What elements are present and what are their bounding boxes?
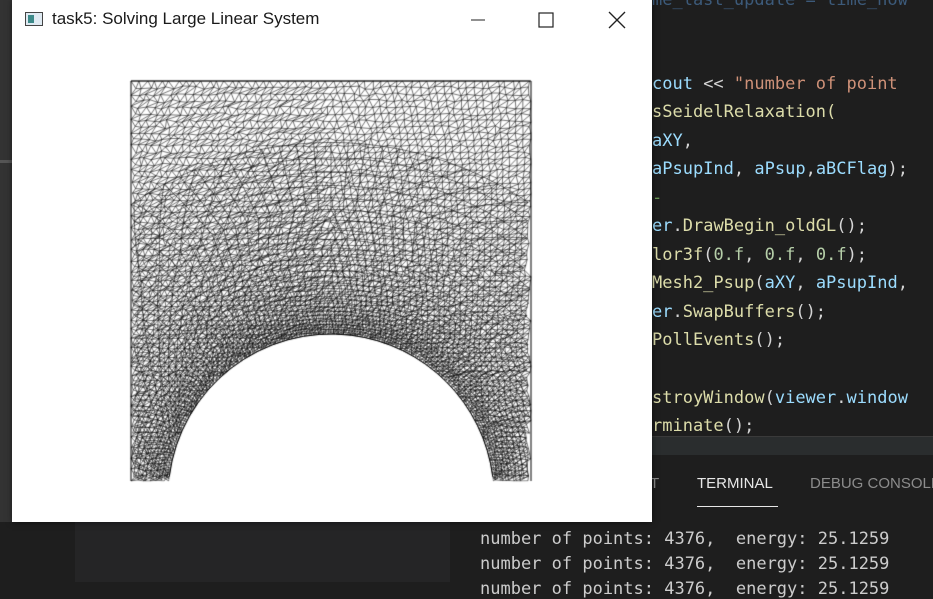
triangle-mesh-canvas[interactable] xyxy=(12,40,652,522)
code-line: sSeidelRelaxation( xyxy=(652,100,836,124)
minimize-button[interactable] xyxy=(448,0,508,40)
close-button[interactable] xyxy=(587,0,647,40)
code-line: er.SwapBuffers(); xyxy=(652,300,826,324)
code-token: window xyxy=(846,388,908,408)
tab-terminal[interactable]: TERMINAL xyxy=(697,475,773,492)
code-line: rminate(); xyxy=(652,414,754,438)
code-token: lor3f xyxy=(652,245,704,265)
code-token: . xyxy=(672,216,683,236)
code-line: aXY, xyxy=(652,129,693,153)
code-token: "number of point xyxy=(733,74,898,94)
code-token: me_last_update = time_now xyxy=(652,0,908,10)
code-token: ); xyxy=(846,245,868,265)
code-token: 0.f xyxy=(713,245,745,265)
code-token: aPsup xyxy=(754,159,806,179)
code-token: ); xyxy=(887,159,908,179)
close-icon xyxy=(608,11,626,29)
code-token: (); xyxy=(754,330,786,350)
app-window[interactable]: task5: Solving Large Linear System xyxy=(12,0,652,522)
code-token: , xyxy=(744,245,765,265)
terminal-line: number of points: 4376, energy: 25.1259 xyxy=(480,554,890,574)
code-token: aXY xyxy=(652,131,683,151)
code-line: PollEvents(); xyxy=(652,328,785,352)
code-token: 0.f xyxy=(815,245,847,265)
minimize-icon xyxy=(471,19,485,21)
code-token: cout xyxy=(652,74,704,94)
code-token: , xyxy=(682,131,693,151)
code-line: me_last_update = time_now xyxy=(652,0,908,12)
code-token: aBCFlag xyxy=(815,159,888,179)
code-token: . xyxy=(672,302,683,322)
code-token: stroyWindow xyxy=(652,388,765,408)
code-token: aPsupInd xyxy=(652,159,734,179)
code-token: , xyxy=(733,159,755,179)
code-token: (); xyxy=(836,216,867,236)
app-icon xyxy=(25,12,43,26)
code-line: lor3f(0.f, 0.f, 0.f); xyxy=(652,243,867,267)
code-area[interactable]: me_last_update = time_nowcout << "number… xyxy=(652,0,933,440)
code-line: stroyWindow(viewer.window xyxy=(652,386,908,410)
code-token: viewer xyxy=(774,388,837,408)
code-token: sSeidelRelaxation( xyxy=(652,102,837,122)
code-token: Mesh2_Psup xyxy=(652,273,755,293)
code-token: (); xyxy=(795,302,827,322)
code-token: aPsupInd xyxy=(815,273,898,293)
window-title: task5: Solving Large Linear System xyxy=(52,9,320,28)
code-token: , xyxy=(795,245,816,265)
tab-debug-console[interactable]: DEBUG CONSOLE xyxy=(810,475,933,492)
editor-bottom-area xyxy=(75,522,450,582)
editor-gutter xyxy=(0,522,75,582)
code-token: (); xyxy=(723,416,755,436)
code-token: , xyxy=(805,159,816,179)
code-token: PollEvents xyxy=(652,330,755,350)
title-bar[interactable]: task5: Solving Large Linear System xyxy=(12,0,652,40)
terminal-line: number of points: 4376, energy: 25.1259 xyxy=(480,579,890,599)
activity-bar xyxy=(0,0,12,582)
code-token: 0.f xyxy=(764,245,796,265)
code-line: aPsupInd, aPsup,aBCFlag); xyxy=(652,157,908,181)
code-token: er xyxy=(652,302,673,322)
maximize-button[interactable] xyxy=(516,0,576,40)
code-line: cout << "number of point xyxy=(652,72,898,96)
code-token: SwapBuffers xyxy=(682,302,796,322)
code-token: , xyxy=(795,273,816,293)
code-line: er.DrawBegin_oldGL(); xyxy=(652,214,867,238)
code-line: - xyxy=(652,186,662,210)
maximize-icon xyxy=(538,12,554,28)
code-token: ( xyxy=(703,245,714,265)
code-token: . xyxy=(836,388,847,408)
code-token: rminate xyxy=(652,416,724,436)
code-token: er xyxy=(652,216,673,236)
code-token: DrawBegin_oldGL xyxy=(682,216,837,236)
code-token: ( xyxy=(764,388,775,408)
code-token: , xyxy=(897,273,908,293)
code-line: Mesh2_Psup(aXY, aPsupInd, xyxy=(652,271,908,295)
active-tab-indicator xyxy=(697,506,778,507)
code-token: aXY xyxy=(764,273,796,293)
code-token: ( xyxy=(754,273,765,293)
terminal-line: number of points: 4376, energy: 25.1259 xyxy=(480,529,890,549)
opengl-viewport[interactable] xyxy=(12,40,652,522)
code-token: << xyxy=(703,74,734,94)
code-token: - xyxy=(652,188,663,208)
